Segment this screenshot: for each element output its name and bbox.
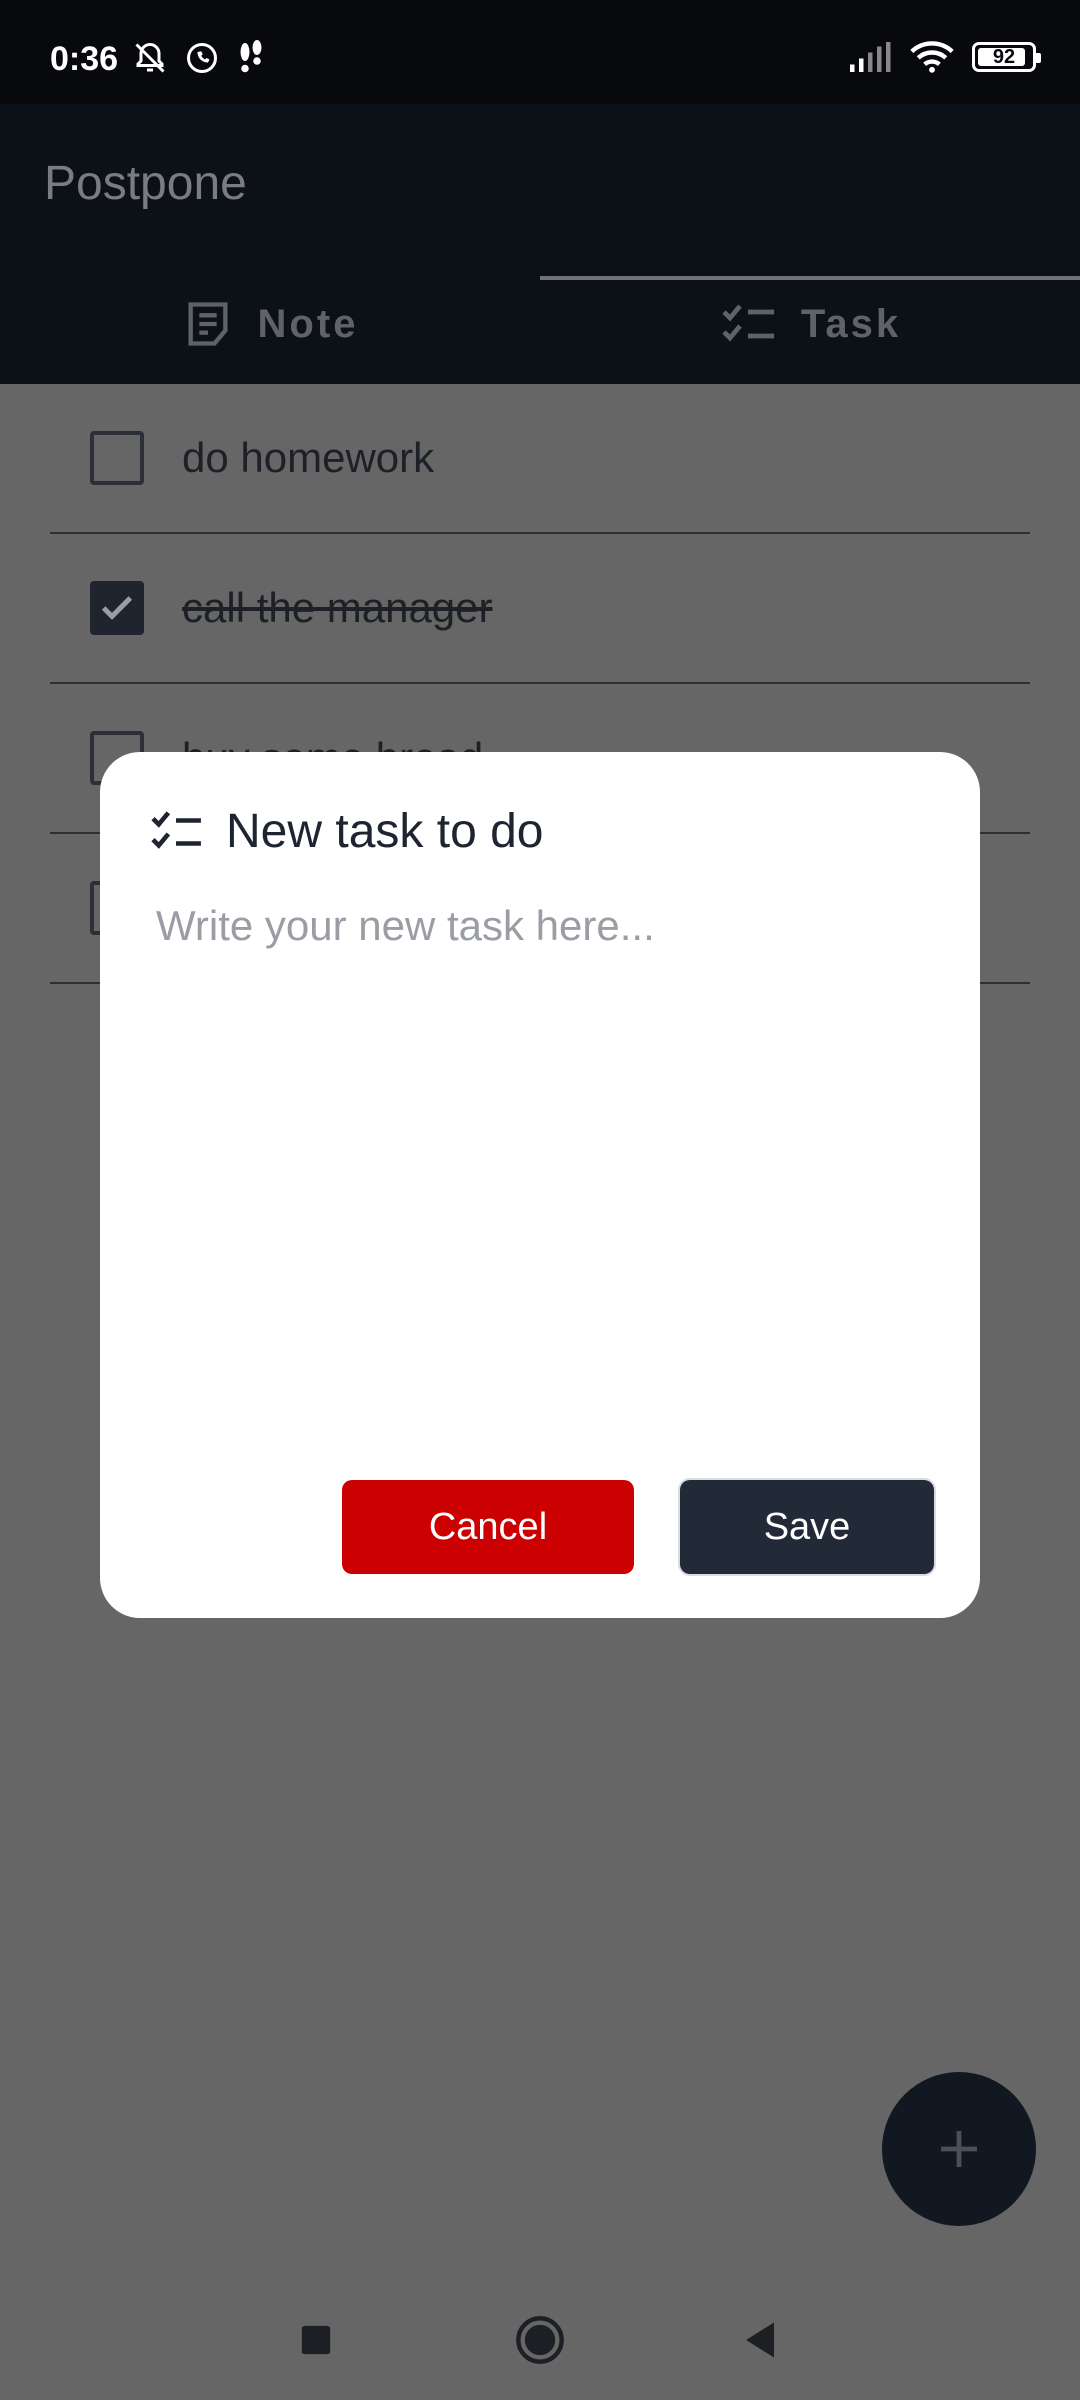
recents-icon	[301, 2325, 331, 2355]
status-icons-right: 92	[850, 40, 1041, 74]
battery-tip	[1036, 53, 1041, 63]
wifi-icon	[910, 41, 954, 73]
cancel-button[interactable]: Cancel	[342, 1480, 634, 1574]
task-row[interactable]: do homework	[50, 384, 1030, 534]
signal-icon	[850, 42, 891, 72]
app-bar: Postpone Note Task	[0, 104, 1080, 384]
plus-icon	[941, 2131, 977, 2167]
task-input[interactable]	[156, 902, 926, 1422]
dialog-header: New task to do	[148, 804, 543, 859]
task-checkbox[interactable]	[90, 431, 144, 485]
status-bar: 0:36 92	[0, 0, 1080, 104]
task-row[interactable]: call the manager	[50, 534, 1030, 684]
task-checkbox[interactable]	[90, 581, 144, 635]
tab-task[interactable]: Task	[540, 264, 1080, 384]
tab-task-label: Task	[800, 301, 902, 346]
recents-button[interactable]	[286, 2310, 346, 2370]
whatsapp-icon	[187, 43, 217, 73]
home-icon	[516, 2316, 564, 2364]
tab-note[interactable]: Note	[0, 264, 540, 384]
tab-note-label: Note	[257, 301, 359, 346]
task-text: do homework	[182, 434, 435, 481]
battery-icon: 92	[972, 42, 1041, 72]
back-icon	[746, 2322, 774, 2358]
note-icon	[188, 302, 228, 346]
home-button[interactable]	[510, 2310, 570, 2370]
add-task-button[interactable]	[882, 2072, 1036, 2226]
back-button[interactable]	[730, 2310, 790, 2370]
checklist-icon	[151, 810, 201, 849]
save-button[interactable]: Save	[680, 1480, 934, 1574]
status-icons-left	[132, 40, 266, 76]
battery-level: 92	[992, 45, 1016, 68]
new-task-dialog: New task to do Cancel Save	[100, 752, 980, 1618]
screen: 0:36 92 Postpone Note Task do homework c…	[0, 0, 1080, 2400]
steps-icon	[240, 40, 262, 73]
tab-bar: Note Task	[0, 264, 1080, 384]
nav-bar	[0, 2280, 1080, 2400]
task-text: call the manager	[182, 584, 493, 631]
tab-indicator	[540, 276, 1080, 280]
checklist-icon	[722, 304, 774, 342]
check-icon	[101, 596, 133, 620]
status-time: 0:36	[50, 40, 119, 78]
dialog-title: New task to do	[226, 805, 544, 858]
app-title: Postpone	[44, 157, 247, 210]
notifications-off-icon	[135, 42, 165, 73]
